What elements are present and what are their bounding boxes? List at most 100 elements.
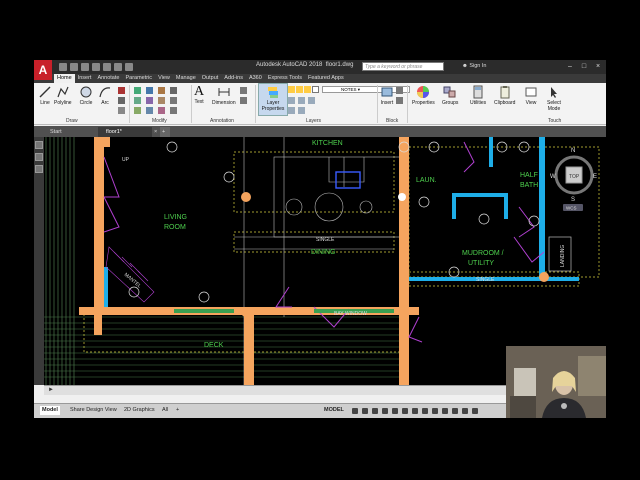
layer-stack-icon bbox=[268, 87, 278, 98]
view-icon bbox=[525, 87, 537, 97]
tab-start[interactable]: Start bbox=[42, 127, 98, 137]
tab-view[interactable]: View bbox=[155, 74, 173, 83]
layer-properties-button[interactable]: Layer Properties bbox=[258, 83, 288, 116]
array-icon[interactable] bbox=[158, 107, 165, 114]
palette-icon[interactable] bbox=[35, 153, 43, 161]
tab-express-tools[interactable]: Express Tools bbox=[265, 74, 305, 83]
tab-share-design-view[interactable]: Share Design View bbox=[68, 406, 119, 415]
open-icon[interactable] bbox=[70, 63, 78, 71]
tab-all[interactable]: All bbox=[160, 406, 170, 415]
transparency-icon[interactable] bbox=[422, 408, 428, 414]
new-tab-icon[interactable]: + bbox=[160, 127, 170, 137]
table-icon[interactable] bbox=[240, 97, 247, 104]
stretch-icon[interactable] bbox=[134, 107, 141, 114]
tab-2d-graphics[interactable]: 2D Graphics bbox=[122, 406, 157, 415]
explode-icon[interactable] bbox=[170, 97, 177, 104]
palette-icon[interactable] bbox=[35, 141, 43, 149]
tab-floor1[interactable]: floor1* bbox=[98, 127, 152, 137]
customization-icon[interactable] bbox=[472, 408, 478, 414]
trim-icon[interactable] bbox=[158, 87, 165, 94]
viewcube[interactable]: TOP N S E W WCS bbox=[550, 148, 597, 211]
region-icon[interactable] bbox=[118, 107, 125, 114]
save-as-icon[interactable] bbox=[92, 63, 100, 71]
annotation-scale-icon[interactable] bbox=[442, 408, 448, 414]
utilities-button[interactable]: Utilities bbox=[470, 85, 486, 106]
clipboard-button[interactable]: Clipboard bbox=[494, 85, 515, 106]
fillet-icon[interactable] bbox=[158, 97, 165, 104]
circle-tool[interactable]: Circle bbox=[79, 85, 93, 106]
erase-icon[interactable] bbox=[170, 87, 177, 94]
close-button[interactable]: × bbox=[592, 62, 604, 71]
grid-icon[interactable] bbox=[352, 408, 358, 414]
tab-insert[interactable]: Insert bbox=[75, 74, 95, 83]
maximize-button[interactable]: □ bbox=[578, 62, 590, 71]
line-label: Line bbox=[40, 100, 50, 106]
color-swatch-icon[interactable] bbox=[312, 86, 319, 93]
lock-icon[interactable] bbox=[304, 86, 311, 93]
viewcube-top: TOP bbox=[569, 174, 580, 180]
line-tool[interactable]: Line bbox=[38, 85, 52, 106]
sign-in-button[interactable]: ☻ Sign In bbox=[462, 63, 486, 69]
polar-icon[interactable] bbox=[382, 408, 388, 414]
layer-isolate-icon[interactable] bbox=[288, 97, 295, 104]
search-input[interactable]: Type a keyword or phrase bbox=[362, 62, 444, 71]
tab-manage[interactable]: Manage bbox=[173, 74, 199, 83]
minimize-button[interactable]: – bbox=[564, 62, 576, 71]
create-block-icon[interactable] bbox=[396, 87, 403, 94]
lineweight-icon[interactable] bbox=[412, 408, 418, 414]
rectangle-icon[interactable] bbox=[118, 87, 125, 94]
app-title: Autodesk AutoCAD 2018 bbox=[256, 62, 323, 68]
separator bbox=[129, 85, 130, 123]
save-icon[interactable] bbox=[81, 63, 89, 71]
otrack-icon[interactable] bbox=[402, 408, 408, 414]
rotate-icon[interactable] bbox=[146, 87, 153, 94]
osnap-icon[interactable] bbox=[392, 408, 398, 414]
layer-match-icon[interactable] bbox=[288, 107, 295, 114]
copy-icon[interactable] bbox=[134, 97, 141, 104]
selection-cycling-icon[interactable] bbox=[432, 408, 438, 414]
mirror-icon[interactable] bbox=[146, 97, 153, 104]
leader-icon[interactable] bbox=[240, 87, 247, 94]
print-icon[interactable] bbox=[103, 63, 111, 71]
text-tool[interactable]: A Text bbox=[194, 84, 204, 105]
undo-icon[interactable] bbox=[114, 63, 122, 71]
tab-parametric[interactable]: Parametric bbox=[122, 74, 155, 83]
tab-add-ins[interactable]: Add-ins bbox=[221, 74, 246, 83]
layer-off-icon[interactable] bbox=[308, 97, 315, 104]
polyline-tool[interactable]: Polyline bbox=[54, 85, 72, 106]
offset-icon[interactable] bbox=[170, 107, 177, 114]
insert-button[interactable]: Insert bbox=[380, 85, 394, 106]
tab-output[interactable]: Output bbox=[199, 74, 222, 83]
label-mudroom-1: MUDROOM / bbox=[462, 250, 504, 257]
model-space-toggle[interactable]: MODEL bbox=[322, 406, 346, 415]
units-icon[interactable] bbox=[462, 408, 468, 414]
layer-previous-icon[interactable] bbox=[298, 107, 305, 114]
workspace-icon[interactable] bbox=[452, 408, 458, 414]
groups-button[interactable]: Groups bbox=[442, 85, 458, 106]
clipboard-label: Clipboard bbox=[494, 100, 516, 106]
lightbulb-icon[interactable] bbox=[288, 86, 295, 93]
arc-tool[interactable]: Arc bbox=[98, 85, 112, 106]
tab-annotate[interactable]: Annotate bbox=[94, 74, 122, 83]
tab-model[interactable]: Model bbox=[40, 406, 60, 415]
hatch-icon[interactable] bbox=[118, 97, 125, 104]
edit-block-icon[interactable] bbox=[396, 97, 403, 104]
select-mode-button[interactable]: Select Mode bbox=[544, 85, 564, 112]
tab-featured-apps[interactable]: Featured Apps bbox=[305, 74, 347, 83]
sun-icon[interactable] bbox=[296, 86, 303, 93]
add-layout-icon[interactable]: + bbox=[174, 406, 181, 415]
redo-icon[interactable] bbox=[125, 63, 133, 71]
palette-icon[interactable] bbox=[35, 165, 43, 173]
app-menu-button[interactable]: A bbox=[34, 60, 52, 80]
scale-icon[interactable] bbox=[146, 107, 153, 114]
new-icon[interactable] bbox=[59, 63, 67, 71]
ortho-icon[interactable] bbox=[372, 408, 378, 414]
dimension-tool[interactable]: Dimension bbox=[212, 85, 236, 106]
layer-freeze-icon[interactable] bbox=[298, 97, 305, 104]
tab-a360[interactable]: A360 bbox=[246, 74, 265, 83]
tab-home[interactable]: Home bbox=[54, 74, 75, 83]
move-icon[interactable] bbox=[134, 87, 141, 94]
view-button[interactable]: View bbox=[524, 85, 538, 106]
snap-icon[interactable] bbox=[362, 408, 368, 414]
properties-button[interactable]: Properties bbox=[412, 85, 435, 106]
